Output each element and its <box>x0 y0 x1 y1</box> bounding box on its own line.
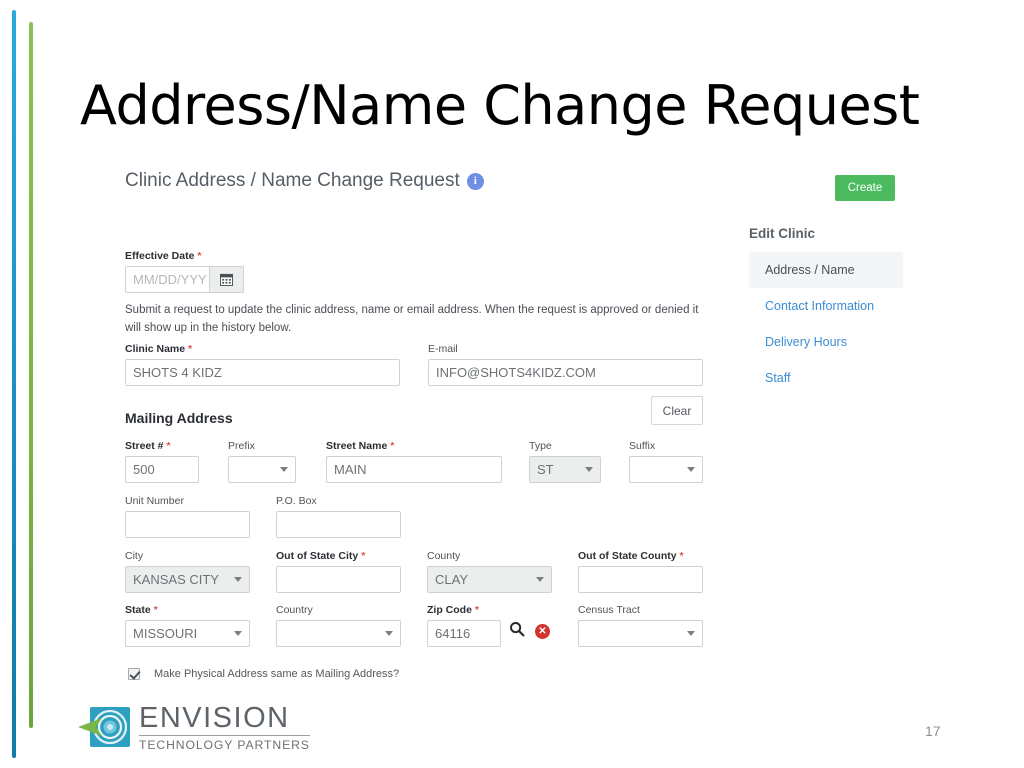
clear-button[interactable]: Clear <box>651 396 703 425</box>
zip-action-icons: ✕ <box>509 621 550 642</box>
po-box-label: P.O. Box <box>276 495 317 507</box>
sidebar-item-address-name[interactable]: Address / Name <box>749 252 903 288</box>
section-title-mailing-address: Mailing Address <box>125 410 233 426</box>
street-name-input[interactable]: MAIN <box>326 455 502 483</box>
zip-code-group: Zip Code * 64116 <box>427 604 501 647</box>
country-select[interactable] <box>276 619 401 647</box>
sidebar-nav: Address / Name Contact Information Deliv… <box>749 252 903 396</box>
page-number: 17 <box>925 723 941 739</box>
clear-circle-icon[interactable]: ✕ <box>535 624 550 639</box>
state-select[interactable]: MISSOURI <box>125 619 250 647</box>
clinic-name-group: Clinic Name * SHOTS 4 KIDZ <box>125 343 400 386</box>
out-of-state-city-group: Out of State City * <box>276 550 401 593</box>
city-group: City KANSAS CITY <box>125 550 250 593</box>
po-box-group: P.O. Box <box>276 495 401 538</box>
out-of-state-county-label: Out of State County * <box>578 550 684 562</box>
email-label: E-mail <box>428 343 458 355</box>
app-heading-label: Clinic Address / Name Change Request <box>125 170 460 191</box>
suffix-select[interactable] <box>629 455 703 483</box>
envision-logo: ENVISION TECHNOLOGY PARTNERS <box>78 704 310 751</box>
census-tract-label: Census Tract <box>578 604 640 616</box>
email-input[interactable]: INFO@SHOTS4KIDZ.COM <box>428 358 703 386</box>
effective-date-label: Effective Date * <box>125 250 202 262</box>
street-name-group: Street Name * MAIN <box>326 440 502 483</box>
sidebar-item-contact-information[interactable]: Contact Information <box>749 288 903 324</box>
out-of-state-city-label: Out of State City * <box>276 550 366 562</box>
sidebar-title: Edit Clinic <box>749 226 816 241</box>
type-select[interactable]: ST <box>529 455 601 483</box>
prefix-select[interactable] <box>228 455 296 483</box>
envision-logo-mark <box>78 706 130 747</box>
create-button[interactable]: Create <box>835 175 895 201</box>
type-label: Type <box>529 440 552 452</box>
page-title: Address/Name Change Request <box>80 74 920 137</box>
type-group: Type ST <box>529 440 601 483</box>
prefix-group: Prefix <box>228 440 296 483</box>
state-label: State * <box>125 604 158 616</box>
calendar-icon[interactable] <box>209 265 244 293</box>
sidebar-item-label: Address / Name <box>765 263 855 277</box>
prefix-label: Prefix <box>228 440 255 452</box>
suffix-label: Suffix <box>629 440 656 452</box>
effective-date-input[interactable]: MM/DD/YYY <box>125 265 209 293</box>
sidebar-item-label: Delivery Hours <box>765 335 847 349</box>
email-group: E-mail INFO@SHOTS4KIDZ.COM <box>428 343 703 386</box>
street-number-label: Street # * <box>125 440 171 452</box>
sidebar-item-delivery-hours[interactable]: Delivery Hours <box>749 324 903 360</box>
sidebar-item-label: Staff <box>765 371 791 385</box>
city-label: City <box>125 550 144 562</box>
info-icon[interactable]: i <box>466 172 484 190</box>
clinic-name-input[interactable]: SHOTS 4 KIDZ <box>125 358 400 386</box>
state-group: State * MISSOURI <box>125 604 250 647</box>
unit-number-group: Unit Number <box>125 495 250 538</box>
county-label: County <box>427 550 461 562</box>
sidebar-item-staff[interactable]: Staff <box>749 360 903 396</box>
same-address-checkbox-row[interactable]: Make Physical Address same as Mailing Ad… <box>128 668 399 680</box>
logo-tagline: TECHNOLOGY PARTNERS <box>139 738 310 752</box>
app-heading: Clinic Address / Name Change Request i <box>125 170 484 192</box>
effective-date-group: Effective Date * MM/DD/YYY <box>125 250 260 293</box>
effective-date-placeholder: MM/DD/YYY <box>133 271 207 287</box>
sidebar-item-label: Contact Information <box>765 299 875 313</box>
county-select[interactable]: CLAY <box>427 565 552 593</box>
census-tract-group: Census Tract <box>578 604 703 647</box>
out-of-state-city-input[interactable] <box>276 565 401 593</box>
zip-code-input[interactable]: 64116 <box>427 619 501 647</box>
city-select[interactable]: KANSAS CITY <box>125 565 250 593</box>
out-of-state-county-input[interactable] <box>578 565 703 593</box>
country-group: Country <box>276 604 401 647</box>
street-number-group: Street # * 500 <box>125 440 199 483</box>
country-label: Country <box>276 604 313 616</box>
help-text: Submit a request to update the clinic ad… <box>125 304 699 334</box>
clinic-name-label: Clinic Name * <box>125 343 193 355</box>
street-name-label: Street Name * <box>326 440 395 452</box>
suffix-group: Suffix <box>629 440 703 483</box>
same-address-checkbox-label: Make Physical Address same as Mailing Ad… <box>154 668 400 680</box>
county-group: County CLAY <box>427 550 552 593</box>
zip-code-label: Zip Code * <box>427 604 479 616</box>
same-address-checkbox[interactable] <box>128 668 140 680</box>
unit-number-label: Unit Number <box>125 495 184 507</box>
po-box-input[interactable] <box>276 510 401 538</box>
application-screenshot: Clinic Address / Name Change Request i C… <box>0 160 1024 690</box>
unit-number-input[interactable] <box>125 510 250 538</box>
logo-name: ENVISION <box>139 704 310 736</box>
census-tract-select[interactable] <box>578 619 703 647</box>
out-of-state-county-group: Out of State County * <box>578 550 703 593</box>
street-number-input[interactable]: 500 <box>125 455 199 483</box>
search-icon[interactable] <box>509 621 525 642</box>
